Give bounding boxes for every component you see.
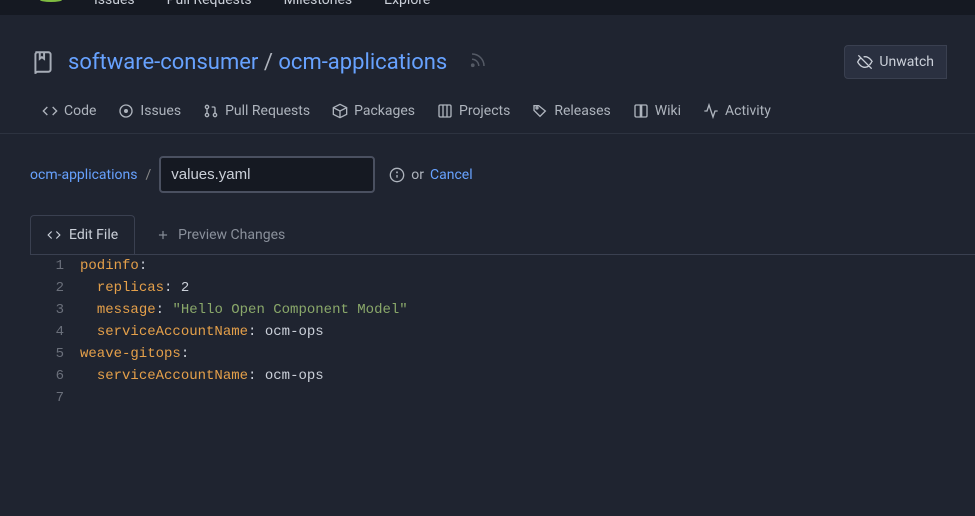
line-number: 5 [30, 343, 80, 365]
or-text: or [411, 167, 424, 183]
package-icon [332, 103, 348, 119]
line-number: 3 [30, 299, 80, 321]
repo-header: software-consumer / ocm-applications Unw… [0, 15, 975, 79]
tab-wiki-label: Wiki [655, 103, 681, 119]
breadcrumb-sep: / [145, 167, 151, 183]
code-line[interactable]: 7 [30, 387, 975, 409]
line-number: 1 [30, 255, 80, 277]
tab-projects[interactable]: Projects [437, 103, 510, 119]
tab-edit-label: Edit File [69, 227, 118, 243]
tab-preview-label: Preview Changes [178, 227, 285, 243]
repo-owner-link[interactable]: software-consumer [68, 50, 258, 75]
line-number: 4 [30, 321, 80, 343]
nav-issues[interactable]: Issues [94, 0, 135, 8]
line-number: 7 [30, 387, 80, 409]
tab-pull-requests[interactable]: Pull Requests [203, 103, 310, 119]
tab-packages[interactable]: Packages [332, 103, 415, 119]
code-content[interactable]: serviceAccountName: ocm-ops [80, 365, 324, 387]
tab-activity-label: Activity [725, 103, 771, 119]
info-icon[interactable] [389, 167, 405, 183]
code-line[interactable]: 3 message: "Hello Open Component Model" [30, 299, 975, 321]
eye-off-icon [857, 54, 873, 70]
tab-edit-file[interactable]: Edit File [30, 215, 135, 254]
repo-path: software-consumer / ocm-applications [68, 50, 447, 75]
tab-code-label: Code [64, 103, 96, 119]
nav-milestones[interactable]: Milestones [284, 0, 353, 8]
code-line[interactable]: 6 serviceAccountName: ocm-ops [30, 365, 975, 387]
code-content[interactable]: replicas: 2 [80, 277, 189, 299]
tab-issues-label: Issues [140, 103, 181, 119]
tab-preview-changes[interactable]: Preview Changes [139, 215, 302, 254]
project-icon [437, 103, 453, 119]
nav-pull-requests[interactable]: Pull Requests [167, 0, 252, 8]
logo-icon [40, 0, 62, 2]
top-navbar: Issues Pull Requests Milestones Explore [0, 0, 975, 15]
tab-wiki[interactable]: Wiki [633, 103, 681, 119]
tab-releases-label: Releases [554, 103, 610, 119]
code-content[interactable]: weave-gitops: [80, 343, 189, 365]
editor-tabs: Edit File Preview Changes [0, 215, 975, 254]
nav-explore[interactable]: Explore [384, 0, 430, 8]
code-line[interactable]: 2 replicas: 2 [30, 277, 975, 299]
breadcrumb: ocm-applications / or Cancel [0, 134, 975, 215]
rss-icon[interactable] [469, 51, 487, 73]
book-icon [633, 103, 649, 119]
code-content[interactable]: message: "Hello Open Component Model" [80, 299, 408, 321]
tab-releases[interactable]: Releases [532, 103, 610, 119]
tab-issues[interactable]: Issues [118, 103, 181, 119]
tab-activity[interactable]: Activity [703, 103, 771, 119]
tab-packages-label: Packages [354, 103, 415, 119]
tab-projects-label: Projects [459, 103, 510, 119]
git-pull-icon [203, 103, 219, 119]
repo-tabs: Code Issues Pull Requests Packages Proje… [0, 79, 975, 134]
code-icon [47, 228, 61, 242]
breadcrumb-root[interactable]: ocm-applications [30, 167, 137, 183]
tab-code[interactable]: Code [42, 103, 96, 119]
code-content[interactable]: serviceAccountName: ocm-ops [80, 321, 324, 343]
line-number: 6 [30, 365, 80, 387]
code-line[interactable]: 4 serviceAccountName: ocm-ops [30, 321, 975, 343]
tag-icon [532, 103, 548, 119]
repo-name-link[interactable]: ocm-applications [278, 50, 447, 75]
repo-sep: / [264, 50, 273, 75]
code-icon [42, 103, 58, 119]
cancel-link[interactable]: Cancel [430, 167, 473, 183]
unwatch-label: Unwatch [879, 54, 934, 70]
code-line[interactable]: 5weave-gitops: [30, 343, 975, 365]
unwatch-button[interactable]: Unwatch [844, 45, 947, 79]
repo-icon [30, 48, 56, 76]
line-number: 2 [30, 277, 80, 299]
filename-input[interactable] [159, 156, 375, 193]
code-content[interactable]: podinfo: [80, 255, 147, 277]
tab-pulls-label: Pull Requests [225, 103, 310, 119]
issue-icon [118, 103, 134, 119]
code-editor[interactable]: 1podinfo:2 replicas: 23 message: "Hello … [30, 254, 975, 409]
activity-icon [703, 103, 719, 119]
diff-icon [156, 228, 170, 242]
code-line[interactable]: 1podinfo: [30, 255, 975, 277]
